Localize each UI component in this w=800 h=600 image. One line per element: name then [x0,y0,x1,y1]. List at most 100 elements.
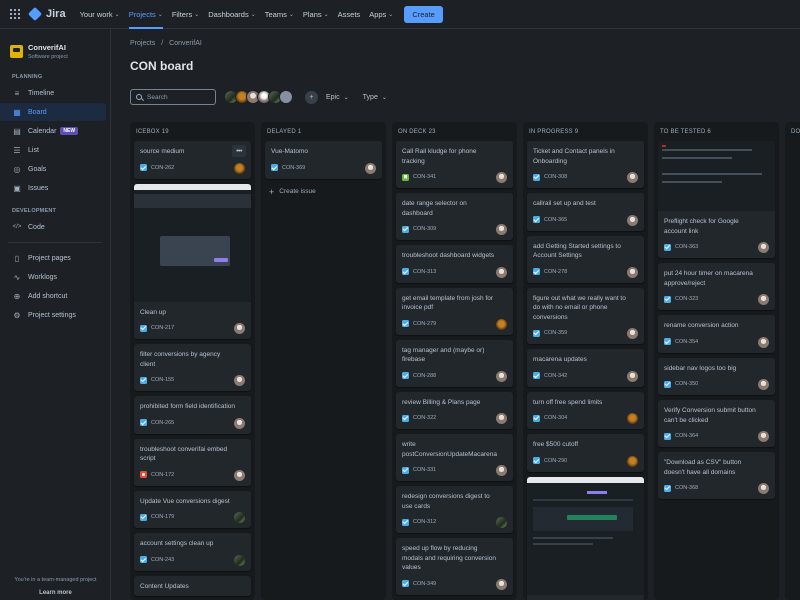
sidebar-item-board[interactable]: ▦ Board [0,103,106,121]
app-switcher-icon[interactable] [10,9,20,19]
issue-key[interactable]: CON-172 [151,472,174,478]
issue-key[interactable]: CON-308 [544,174,567,180]
issue-key[interactable]: CON-349 [413,581,436,587]
issue-card[interactable] [527,476,644,600]
issue-key[interactable]: CON-312 [413,519,436,525]
avatar[interactable] [758,336,769,348]
learn-more-link[interactable]: Learn more [0,590,111,596]
issue-card[interactable]: free $500 cutoff CON-290 [527,434,644,472]
nav-apps[interactable]: Apps ⌄ [369,0,393,29]
sidebar-item-timeline[interactable]: ≡ Timeline [0,84,106,102]
issue-card[interactable]: tag manager and (maybe or) firebase CON-2… [396,339,513,387]
issue-key[interactable]: CON-331 [413,467,436,473]
issue-card[interactable]: Ticket and Contact panels in Onboarding C… [527,141,644,188]
issue-card[interactable]: Verify Conversion submit button can't be… [658,400,775,447]
issue-key[interactable]: CON-155 [151,377,174,383]
issue-card[interactable]: date range selector on dashboard CON-309 [396,193,513,240]
breadcrumb-project[interactable]: ConverifAI [169,40,202,47]
issue-card[interactable]: Clean up CON-217 [134,183,251,339]
avatar[interactable] [496,465,507,476]
search-input[interactable]: Search [130,89,216,105]
type-filter[interactable]: Type ⌄ [363,94,387,101]
issue-key[interactable]: CON-290 [544,458,567,464]
issue-key[interactable]: CON-278 [544,269,567,275]
issue-key[interactable]: CON-363 [675,244,698,250]
issue-card[interactable]: turn off free spend limits CON-304 [527,391,644,429]
avatar[interactable] [234,323,245,334]
avatar[interactable] [496,318,507,330]
issue-key[interactable]: CON-365 [544,217,567,223]
issue-key[interactable]: CON-313 [413,269,436,275]
issue-key[interactable]: CON-354 [675,339,698,345]
sidebar-item-list[interactable]: ☰ List [0,141,106,159]
sidebar-item-add-shortcut[interactable]: ⊕ Add shortcut [0,287,106,305]
avatar[interactable] [496,578,507,590]
issue-card[interactable]: account settings clean up CON-243 [134,533,251,571]
issue-key[interactable]: CON-304 [544,415,567,421]
avatar[interactable] [234,417,245,429]
issue-key[interactable]: CON-243 [151,557,174,563]
avatar[interactable] [758,431,769,442]
nav-filters[interactable]: Filters ⌄ [172,0,199,29]
more-actions-icon[interactable]: ••• [232,145,246,157]
issue-card[interactable]: speed up flow by reducing modals and req… [396,538,513,595]
avatar[interactable] [496,370,507,382]
sidebar-item-worklogs[interactable]: ∿ Worklogs [0,268,106,286]
sidebar-item-issues[interactable]: ▣ Issues [0,179,106,197]
project-header[interactable]: ConverifAI Software project [0,29,110,60]
avatar[interactable] [758,294,769,305]
issue-card[interactable]: Call Rail kludge for phone tracking CON-3… [396,141,513,188]
avatar[interactable] [627,214,638,226]
issue-key[interactable]: CON-279 [413,321,436,327]
issue-card[interactable]: macarena updates CON-342 [527,349,644,387]
sidebar-item-calendar[interactable]: ▤ Calendar NEW [0,122,106,140]
avatar[interactable] [627,370,638,382]
avatar[interactable] [758,379,769,390]
issue-key[interactable]: CON-350 [675,381,698,387]
issue-key[interactable]: CON-288 [413,373,436,379]
avatar[interactable] [496,517,507,528]
issue-card[interactable]: add Getting Started settings to Account … [527,235,644,283]
issue-card[interactable]: redesign conversions digest to use cards… [396,486,513,533]
jira-logo[interactable]: Jira [27,6,66,22]
avatar[interactable] [758,483,769,494]
issue-card[interactable]: filter conversions by agency client CON-1… [134,344,251,391]
breadcrumb-projects[interactable]: Projects [130,40,155,47]
avatar[interactable] [234,375,245,386]
avatar[interactable] [234,554,245,566]
sidebar-item-code[interactable]: </> Code [0,218,106,236]
issue-card[interactable]: "Download as CSV" button doesn't have al… [658,452,775,499]
avatar[interactable] [627,455,638,467]
issue-card[interactable]: figure out what we really want to do wit… [527,287,644,344]
issue-card[interactable]: review Billing & Plans page CON-322 [396,391,513,429]
avatar[interactable] [496,172,507,183]
avatar[interactable] [496,224,507,235]
epic-filter[interactable]: Epic ⌄ [326,94,349,101]
issue-key[interactable]: CON-265 [151,420,174,426]
avatar[interactable] [758,242,769,253]
issue-key[interactable]: CON-262 [151,165,174,171]
issue-key[interactable]: CON-359 [544,330,567,336]
issue-card[interactable]: troubleshoot converifai embed script CON-… [134,438,251,486]
issue-card[interactable]: put 24 hour timer on macarena approve/re… [658,263,775,310]
add-people-icon[interactable]: + [305,90,318,104]
avatar[interactable] [234,469,245,481]
avatar[interactable] [627,266,638,278]
nav-your-work[interactable]: Your work ⌄ [80,0,120,29]
issue-key[interactable]: CON-369 [282,165,305,171]
create-button[interactable]: Create [404,5,443,23]
issue-key[interactable]: CON-364 [675,433,698,439]
avatar[interactable] [234,512,245,523]
issue-card[interactable]: Preflight check for Google account link C… [658,141,775,258]
issue-card[interactable]: write postConversionUpdateMacarena CON-33… [396,434,513,481]
avatar[interactable] [627,172,638,183]
issue-key[interactable]: CON-368 [675,485,698,491]
issue-card[interactable]: get email template from josh for invoice… [396,287,513,335]
avatar[interactable] [496,413,507,424]
issue-card[interactable]: callrail set up and test CON-365 [527,193,644,231]
issue-key[interactable]: CON-323 [675,296,698,302]
issue-card[interactable]: prohibited form field identification CON-… [134,396,251,434]
issue-key[interactable]: CON-322 [413,415,436,421]
avatar[interactable] [627,328,638,339]
nav-assets[interactable]: Assets [338,0,361,29]
